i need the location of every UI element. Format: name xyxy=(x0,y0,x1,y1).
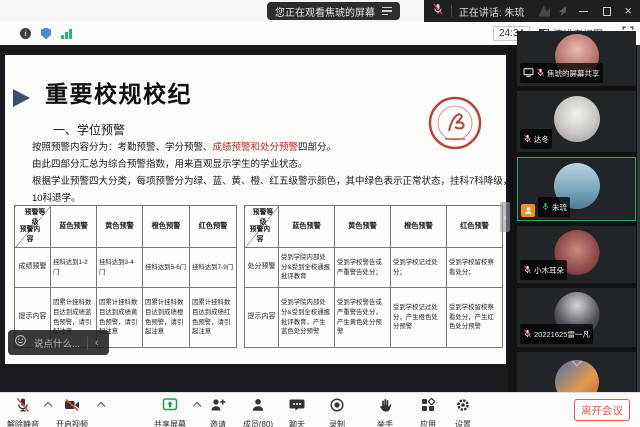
participant-name: 达冬 xyxy=(534,134,549,145)
shared-screen-slide: 重要校规校纪 一、学位预警 按照预警内容分为：考勤预警、学分预警、成绩预警和处分… xyxy=(5,55,506,364)
meeting-info-icon[interactable]: i xyxy=(20,28,31,39)
network-signal-icon xyxy=(61,28,72,39)
meeting-window: 您正在观看焦琥的屏幕 正在讲话: 朱琉 × i 24:34 xyxy=(0,0,640,427)
slide-title: 重要校规校纪 xyxy=(45,75,192,109)
speaking-label: 正在讲话: 朱琉 xyxy=(459,4,525,19)
participant-name: 小木耳朵 xyxy=(534,265,564,276)
participant-name: 20221625雷一凡 xyxy=(534,329,590,340)
discipline-warning-table: 预警等级预警内容 蓝色预警 黄色预警 橙色预警 红色预警 处分预警 受到学院内部… xyxy=(244,205,503,348)
decoration-logo-icon xyxy=(538,6,550,17)
invite-person-icon xyxy=(210,397,226,418)
participant-tile[interactable]: 达冬 xyxy=(517,91,636,152)
title-bar: 您正在观看焦琥的屏幕 正在讲话: 朱琉 × xyxy=(0,0,640,22)
security-shield-icon[interactable] xyxy=(41,28,51,40)
watching-banner-text: 您正在观看焦琥的屏幕 xyxy=(275,4,375,19)
leave-meeting-button[interactable]: 离开会议 xyxy=(574,399,630,421)
emoji-smiley-icon[interactable] xyxy=(14,334,27,352)
bottom-toolbar: 解除静音 开启视频 共享屏幕 邀请 成员(80) xyxy=(0,392,640,427)
apps-grid-icon xyxy=(420,397,436,418)
settings-button[interactable]: 设置 xyxy=(439,397,487,427)
participant-name: 焦琥的屏幕共享 xyxy=(547,68,600,79)
slide-paragraphs: 按照预警内容分为：考勤预警、学分预警、成绩预警和处分预警四部分。 由此四部分汇总… xyxy=(32,139,500,207)
start-video-button[interactable]: 开启视频 xyxy=(48,397,96,427)
unmute-button[interactable]: 解除静音 xyxy=(0,397,47,427)
minimize-button[interactable] xyxy=(579,11,588,12)
slide-section-heading: 一、学位预警 xyxy=(53,121,125,138)
chat-quick-input[interactable]: 说点什么... ‹ xyxy=(8,330,109,355)
screen-share-icon xyxy=(162,397,178,418)
participant-tile-share[interactable]: 焦琥的屏幕共享 xyxy=(517,31,636,86)
maximize-button[interactable] xyxy=(603,7,611,16)
title-bullet-triangle xyxy=(13,89,30,107)
members-icon xyxy=(250,397,266,418)
raise-hand-button[interactable]: 举手 xyxy=(361,397,409,427)
participant-tile-partial[interactable] xyxy=(517,352,636,392)
switch-list-icon[interactable] xyxy=(382,7,392,16)
mic-muted-icon xyxy=(15,397,31,418)
mic-active-icon xyxy=(541,198,550,216)
mic-muted-icon xyxy=(523,130,532,148)
record-button[interactable]: 录制 xyxy=(313,397,361,427)
mic-muted-icon xyxy=(536,64,545,82)
decoration-arrow-icon xyxy=(557,6,566,16)
highlighted-text: 成绩预警和处分预警 xyxy=(213,142,299,153)
screen-share-badge-icon xyxy=(523,64,534,82)
mic-muted-icon xyxy=(523,325,532,343)
watching-banner[interactable]: 您正在观看焦琥的屏幕 xyxy=(267,2,400,20)
raise-hand-icon xyxy=(377,397,393,418)
participant-tile-active-speaker[interactable]: 朱琉 xyxy=(517,157,636,221)
chat-input-placeholder[interactable]: 说点什么... xyxy=(27,336,87,350)
divider xyxy=(451,5,452,17)
record-icon xyxy=(329,397,345,418)
close-button[interactable]: × xyxy=(624,0,632,22)
participant-name: 朱琉 xyxy=(552,202,567,213)
chat-bubble-icon xyxy=(289,397,305,418)
avatar xyxy=(554,96,600,142)
host-badge-icon xyxy=(521,204,535,217)
camera-off-icon xyxy=(64,397,80,418)
share-screen-button[interactable]: 共享屏幕 xyxy=(146,397,194,427)
mic-muted-icon xyxy=(432,2,444,20)
speaker-indicator-bar: 正在讲话: 朱琉 × xyxy=(424,0,640,22)
settings-gear-icon xyxy=(455,397,471,418)
mic-muted-icon xyxy=(523,261,532,279)
collapse-chevron-icon[interactable]: ‹ xyxy=(88,337,103,349)
participant-tile[interactable]: 20221625雷一凡 xyxy=(517,288,636,347)
participant-tile[interactable]: 小木耳朵 xyxy=(517,226,636,283)
video-options-chevron[interactable] xyxy=(97,402,105,410)
grade-warning-table: 预警等级预警内容 蓝色预警 黄色预警 橙色预警 红色预警 成绩预警 挂科达到1-… xyxy=(14,205,237,348)
sidebar-collapse-handle[interactable]: › xyxy=(500,202,510,232)
